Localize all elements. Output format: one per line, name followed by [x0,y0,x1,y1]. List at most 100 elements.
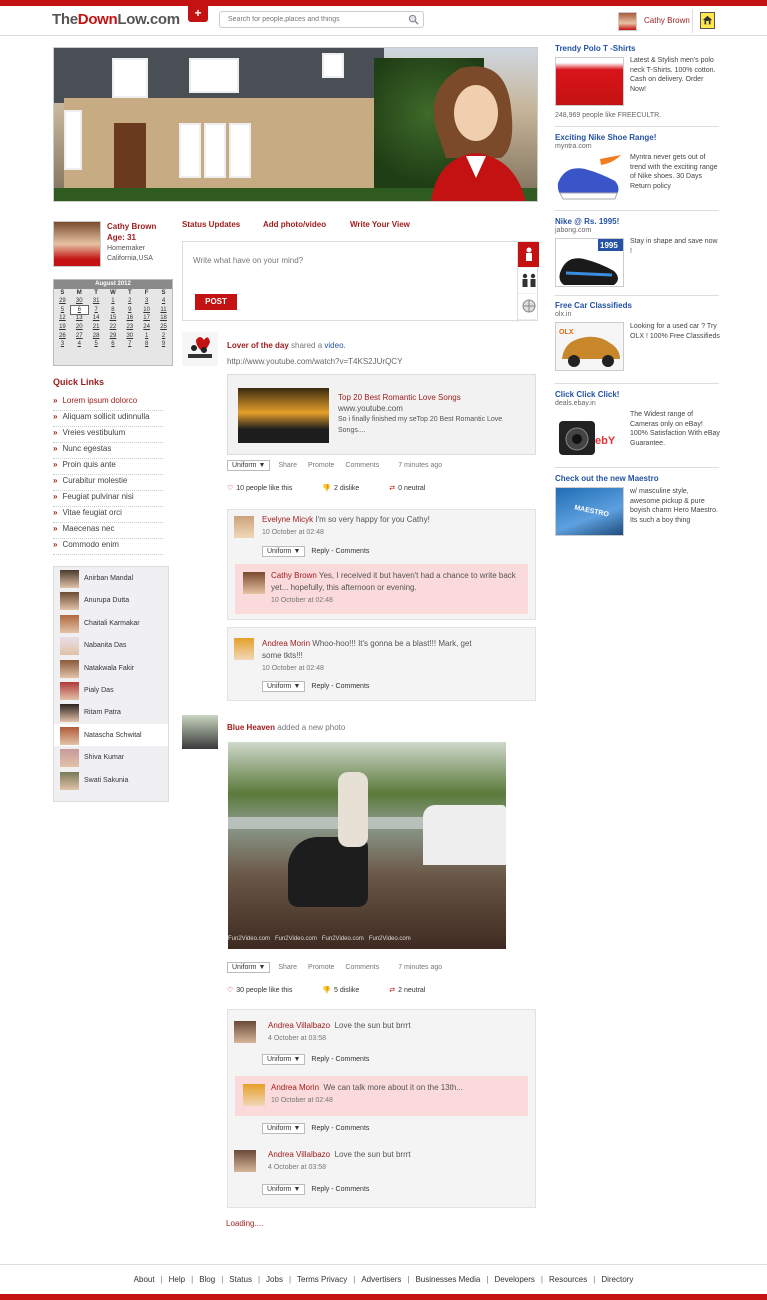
friend-item[interactable]: Swati Sakunia [54,769,168,791]
neutral-count[interactable]: ⇄ 2 neutral [389,987,439,994]
calendar-date[interactable]: 9 [121,306,138,315]
quick-link[interactable]: » Aliquam sollicit udinnulla [53,411,163,427]
visibility-select[interactable]: Uniform ▼ [262,1054,306,1065]
visibility-select[interactable]: Uniform ▼ [227,962,271,973]
friend-item[interactable]: Nabanita Das [54,634,168,656]
footer-link[interactable]: Advertisers [361,1275,401,1284]
quick-link[interactable]: » Commodo enim [53,539,163,555]
commenter-avatar[interactable] [234,1150,256,1172]
friend-avatar[interactable] [60,704,79,723]
home-icon[interactable] [700,12,715,29]
user-name-link[interactable]: Cathy Brown [644,16,690,25]
footer-link[interactable]: Developers [494,1275,534,1284]
friend-item[interactable]: Anirban Mandal [54,567,168,589]
friend-name[interactable]: Natakwala Fakir [84,665,134,672]
calendar-date[interactable]: 2 [155,331,172,340]
friend-avatar[interactable] [60,614,79,633]
link-card-title[interactable]: Top 20 Best Romantic Love Songs [338,393,461,402]
friend-item[interactable]: Shiva Kumar [54,746,168,768]
calendar-date[interactable]: 7 [121,340,138,349]
share-link[interactable]: Share [278,462,297,469]
commenter-name[interactable]: Andrea Villalbazo [268,1150,330,1159]
calendar-date[interactable]: 6 [69,304,89,316]
replier-avatar[interactable] [243,572,265,594]
ad-title[interactable]: Click Click Click! [555,390,619,399]
video-link[interactable]: video. [324,341,345,350]
link-preview-card[interactable]: Top 20 Best Romantic Love Songs www.yout… [227,374,536,455]
friend-item[interactable]: Anurupa Dutta [54,589,168,611]
comments-link[interactable]: Comments [336,1125,370,1132]
quick-link[interactable]: » Vitae feugiat orci [53,507,163,523]
add-button[interactable]: + [188,6,208,22]
friend-name[interactable]: Anirban Mandal [84,575,133,582]
profile-photo[interactable] [53,221,101,267]
calendar-date[interactable]: 13 [71,314,88,323]
dislike-count[interactable]: 👎 5 dislike [322,987,373,994]
ad-title[interactable]: Exciting Nike Shoe Range! [555,133,656,142]
calendar-date[interactable]: 20 [71,323,88,332]
reply-link[interactable]: Reply [311,548,329,555]
friend-item[interactable]: Chaitali Karmakar [54,612,168,634]
ad-image-polo[interactable] [555,57,624,106]
calendar-date[interactable]: 31 [88,297,105,306]
calendar-date[interactable]: 11 [155,306,172,315]
visibility-select[interactable]: Uniform ▼ [262,1123,306,1134]
footer-link[interactable]: Businesses Media [415,1275,480,1284]
friend-item[interactable]: Natascha Schwital [54,723,168,747]
tab-status-updates[interactable]: Status Updates [182,220,240,229]
replier-name[interactable]: Cathy Brown [271,571,317,580]
friend-item[interactable]: Natakwala Fakir [54,657,168,679]
replier-avatar[interactable] [243,1084,265,1106]
promote-link[interactable]: Promote [308,964,334,971]
status-input[interactable] [193,256,493,265]
reply-link[interactable]: Reply [311,683,329,690]
ad-image-scooter[interactable]: MAESTRO [555,487,624,536]
calendar-date[interactable]: 5 [88,340,105,349]
ad-title[interactable]: Free Car Classifieds [555,301,632,310]
calendar-date[interactable]: 16 [121,314,138,323]
calendar-date[interactable]: 3 [54,340,71,349]
comments-link[interactable]: Comments [336,683,370,690]
calendar-date[interactable]: 25 [155,323,172,332]
quick-link[interactable]: » Nunc egestas [53,443,163,459]
commenter-avatar[interactable] [234,1021,256,1043]
visibility-select[interactable]: Uniform ▼ [227,460,271,471]
reply-link[interactable]: Reply [311,1125,329,1132]
search-input[interactable] [220,12,400,27]
reply-link[interactable]: Reply [311,1056,329,1063]
ad-title[interactable]: Nike @ Rs. 1995! [555,217,619,226]
friend-avatar[interactable] [60,771,79,790]
friend-avatar[interactable] [60,592,79,611]
ad-title[interactable]: Check out the new Maestro [555,474,659,483]
ad-image-car[interactable]: OLX [555,322,624,371]
commenter-avatar[interactable] [234,638,254,660]
comments-link[interactable]: Comments [345,964,379,971]
user-avatar[interactable] [618,12,637,31]
calendar-date[interactable]: 10 [138,306,155,315]
friend-avatar[interactable] [60,570,79,588]
calendar-date[interactable]: 18 [155,314,172,323]
calendar-date[interactable]: 22 [105,323,122,332]
calendar-date[interactable]: 5 [54,306,71,315]
quick-link[interactable]: » Lorem ipsum dolorco [53,395,163,411]
commenter-name[interactable]: Evelyne Micyk [262,515,313,524]
comments-link[interactable]: Comments [336,548,370,555]
promote-link[interactable]: Promote [308,462,334,469]
footer-link[interactable]: Directory [601,1275,633,1284]
friend-avatar[interactable] [60,726,79,745]
ad-image-nike[interactable]: 1995 [555,238,624,287]
footer-link[interactable]: Jobs [266,1275,283,1284]
calendar-date[interactable]: 3 [138,297,155,306]
calendar-date[interactable]: 21 [88,323,105,332]
friend-item[interactable]: Ritam Patra [54,701,168,723]
friend-name[interactable]: Ritam Patra [84,709,121,716]
commenter-avatar[interactable] [234,516,254,538]
footer-link[interactable]: Help [169,1275,185,1284]
friend-avatar[interactable] [60,659,79,678]
post-photo[interactable]: Fun2Video.com Fun2Video.com Fun2Video.co… [228,742,506,949]
comments-link[interactable]: Comments [345,462,379,469]
calendar-date[interactable]: 29 [54,297,71,306]
tab-add-photo-video[interactable]: Add photo/video [263,220,326,229]
calendar-date[interactable]: 8 [138,340,155,349]
footer-link[interactable]: Blog [199,1275,215,1284]
